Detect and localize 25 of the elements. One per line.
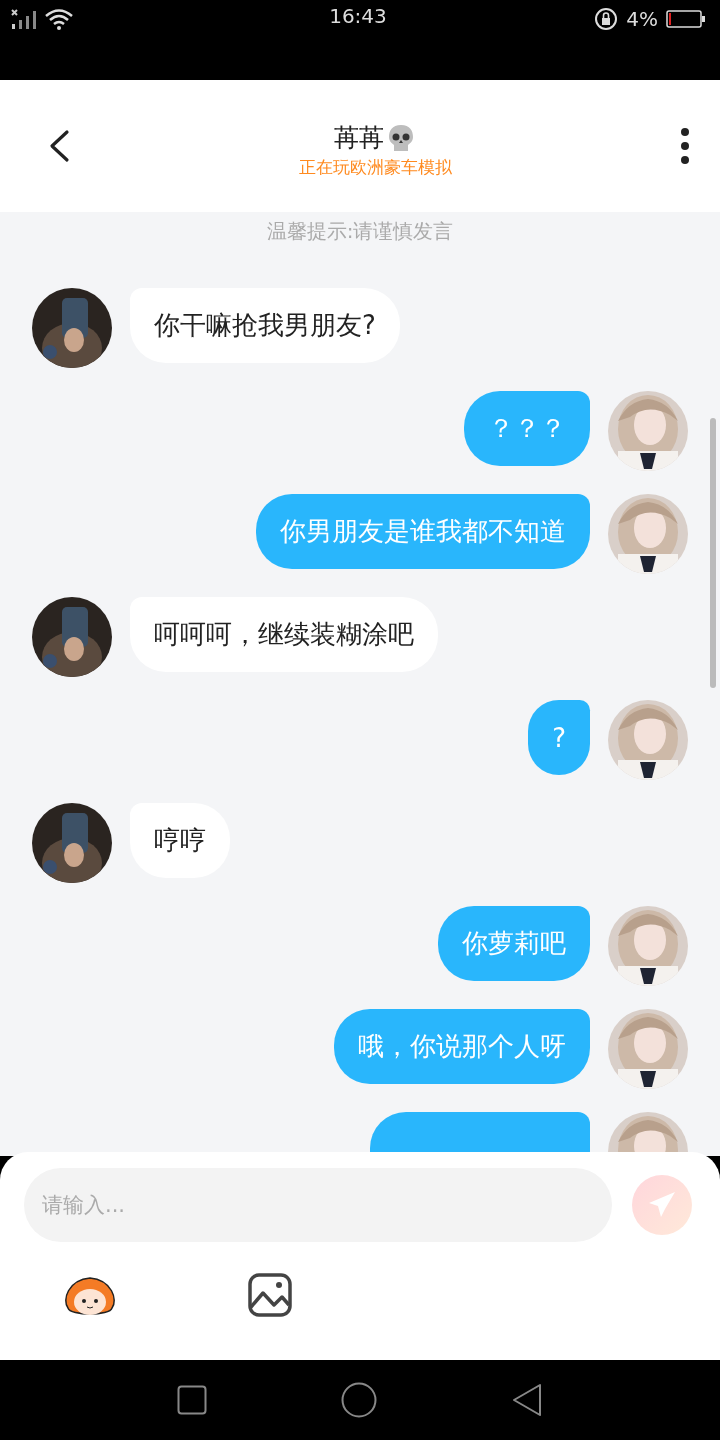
- message-bubble: 呵呵呵，继续装糊涂吧: [130, 597, 438, 672]
- skull-icon: [386, 122, 416, 153]
- signal-icon: [10, 8, 38, 30]
- message-bubble: ？？？: [464, 391, 590, 466]
- message-bubble: 哦，你说那个人呀: [334, 1009, 590, 1084]
- message-input[interactable]: 请输入...: [24, 1168, 612, 1242]
- status-time: 16:43: [329, 4, 387, 28]
- message-bubble: 哼哼: [130, 803, 230, 878]
- chat-title: 苒苒: [334, 122, 384, 154]
- home-icon[interactable]: [341, 1382, 377, 1418]
- notice-text: 温馨提示:请谨慎发言: [266, 218, 454, 245]
- battery-icon: [666, 9, 706, 29]
- image-icon[interactable]: [248, 1273, 292, 1317]
- chat-status: 正在玩欧洲豪车模拟: [298, 156, 452, 179]
- message-bubble: ?: [528, 700, 590, 775]
- more-icon[interactable]: [680, 128, 690, 164]
- battery-percent: 4%: [626, 7, 658, 31]
- recent-apps-icon[interactable]: [177, 1385, 207, 1415]
- message-bubble: 你干嘛抢我男朋友?: [130, 288, 400, 363]
- message-bubble: 你男朋友是谁我都不知道: [256, 494, 590, 569]
- back-icon[interactable]: [48, 129, 70, 163]
- back-nav-icon[interactable]: [511, 1383, 543, 1417]
- message-bubble: 你萝莉吧: [438, 906, 590, 981]
- wifi-icon: [44, 8, 74, 30]
- rotation-lock-icon: [594, 7, 619, 31]
